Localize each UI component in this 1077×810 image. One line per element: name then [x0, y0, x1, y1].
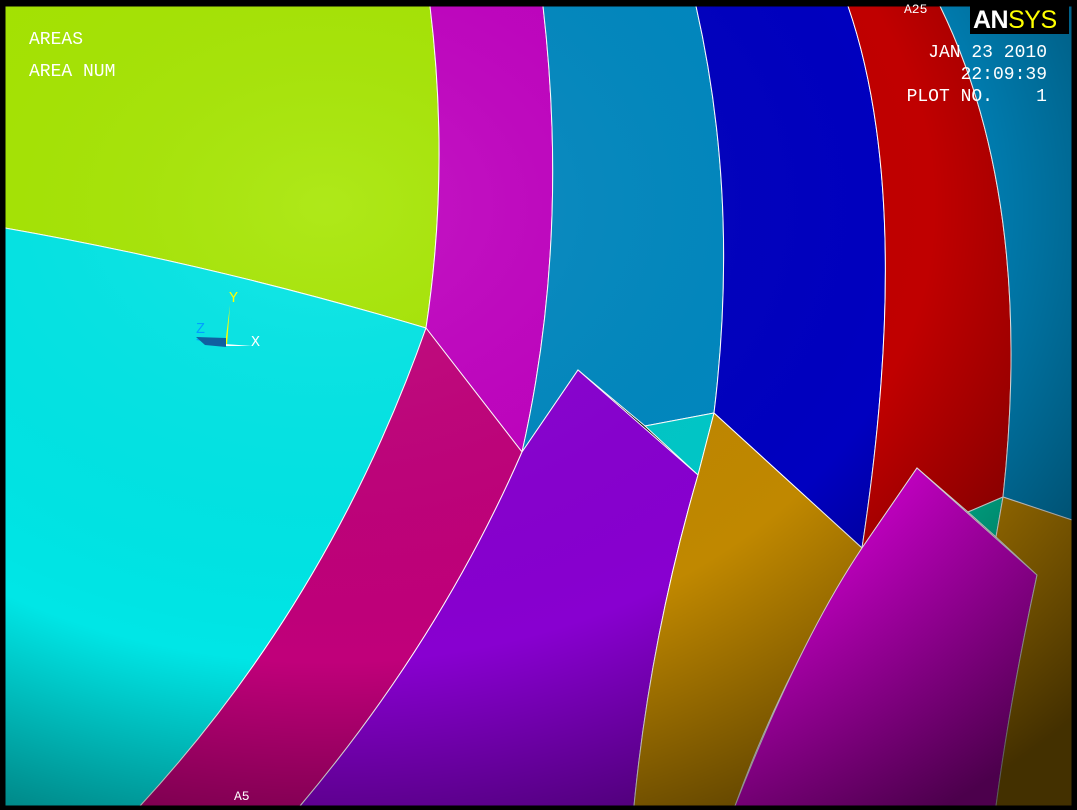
triad-z-label: Z [196, 321, 206, 338]
logo-sys: SYS [1008, 6, 1057, 34]
area-plot[interactable] [0, 0, 1077, 810]
plot-number: PLOT NO. 1 [906, 87, 1047, 107]
shading-overlay [5, 6, 1072, 806]
graphics-viewport[interactable]: AREAS AREA NUM JAN 23 2010 22:09:39 PLOT… [0, 0, 1077, 810]
plot-title-area-num: AREA NUM [29, 62, 116, 82]
ansys-logo: ANSYS [970, 6, 1069, 34]
logo-an: AN [973, 6, 1009, 34]
area-label-bottom: A5 [234, 789, 250, 804]
triad-y-label: Y [229, 290, 239, 307]
plot-title-areas: AREAS [29, 30, 84, 50]
plot-date: JAN 23 2010 [928, 43, 1047, 63]
area-label-top: A25 [904, 2, 928, 17]
plot-time: 22:09:39 [960, 65, 1047, 85]
triad-x-label: X [251, 334, 261, 351]
